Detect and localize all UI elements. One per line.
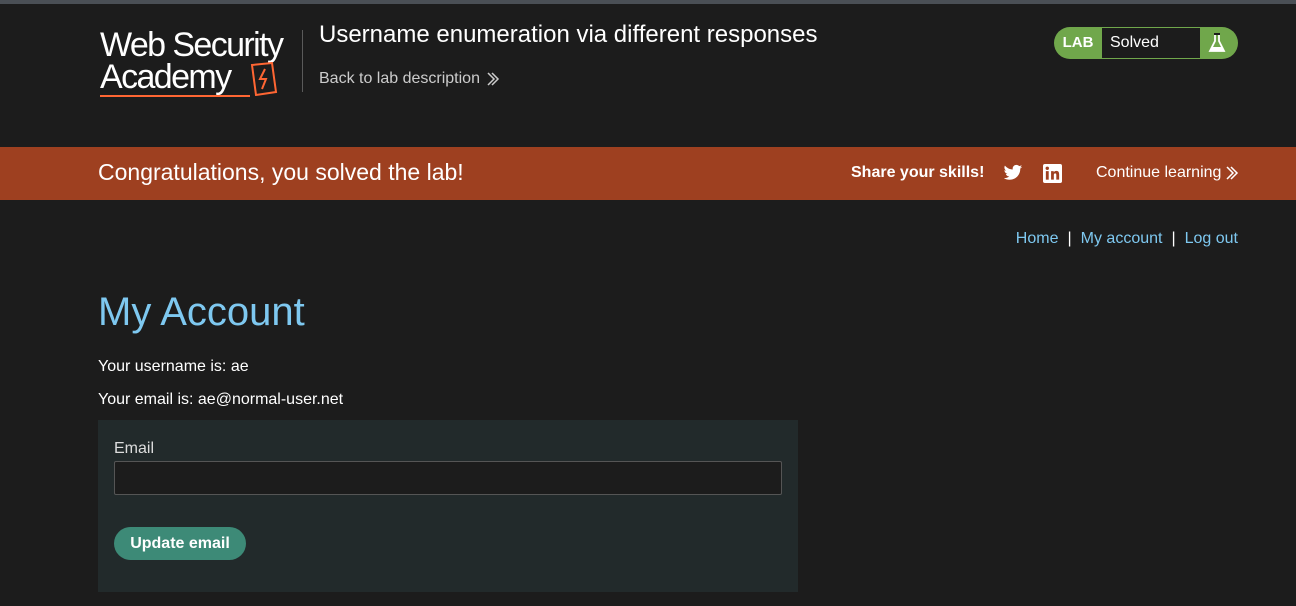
lab-label: LAB [1062, 34, 1094, 51]
twitter-icon[interactable] [1003, 164, 1023, 182]
update-email-button[interactable]: Update email [114, 527, 246, 560]
nav-separator: | [1171, 230, 1176, 247]
logo-bolt-icon [250, 62, 278, 96]
nav-my-account-link[interactable]: My account [1081, 230, 1163, 247]
linkedin-icon[interactable] [1043, 164, 1062, 183]
email-input[interactable] [114, 461, 782, 495]
logo-text-line1: Web Security [100, 26, 284, 64]
account-nav: Home | My account | Log out [1016, 230, 1238, 248]
solved-banner: Congratulations, you solved the lab! Sha… [0, 147, 1296, 200]
web-security-academy-logo[interactable]: Web Security Academy [100, 28, 300, 100]
congratulations-message: Congratulations, you solved the lab! [98, 159, 464, 185]
share-skills-label: Share your skills! [851, 164, 985, 181]
logo-text-line2: Academy [100, 58, 232, 96]
logo-underline [100, 95, 250, 97]
nav-log-out-link[interactable]: Log out [1185, 230, 1238, 247]
username-text: Your username is: ae [98, 358, 249, 375]
email-label: Email [114, 440, 155, 457]
double-chevron-right-icon [487, 72, 500, 86]
nav-home-link[interactable]: Home [1016, 230, 1059, 247]
lab-status-text: Solved [1102, 28, 1200, 58]
nav-separator: | [1067, 230, 1072, 247]
page-title: My Account [98, 290, 305, 334]
continue-learning-label: Continue learning [1096, 164, 1222, 181]
lab-title: Username enumeration via different respo… [319, 21, 818, 48]
flask-icon [1208, 33, 1226, 52]
header-divider [302, 30, 303, 92]
change-email-form: Email Update email [98, 420, 798, 592]
lab-header: Web Security Academy Username enumeratio… [0, 4, 1296, 147]
continue-learning-link[interactable]: Continue learning [1096, 164, 1239, 182]
back-to-lab-description-link[interactable]: Back to lab description [319, 70, 500, 88]
lab-status-badge: LAB Solved [1054, 27, 1238, 59]
email-text: Your email is: ae@normal-user.net [98, 391, 344, 408]
back-link-label: Back to lab description [319, 70, 480, 87]
double-chevron-right-icon [1226, 166, 1239, 180]
